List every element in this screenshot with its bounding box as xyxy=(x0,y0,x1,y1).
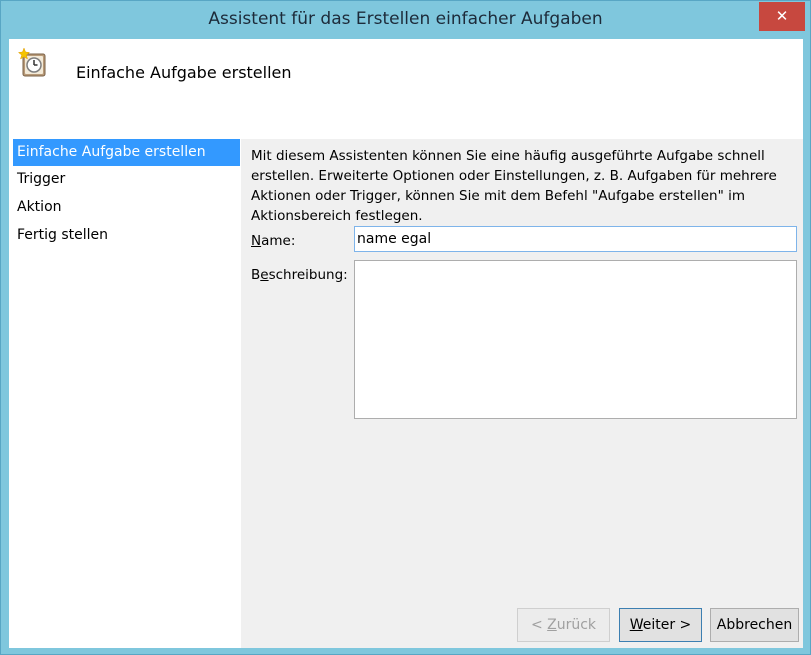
title-bar[interactable]: Assistent für das Erstellen einfacher Au… xyxy=(1,1,810,39)
wizard-description: Mit diesem Assistenten können Sie eine h… xyxy=(251,148,777,224)
window-title: Assistent für das Erstellen einfacher Au… xyxy=(208,9,603,29)
sidebar-item-trigger[interactable]: Trigger xyxy=(13,166,240,193)
close-button[interactable]: ✕ xyxy=(759,2,805,31)
next-button[interactable]: Weiter > xyxy=(619,608,702,642)
wizard-header: Einfache Aufgabe erstellen xyxy=(9,39,803,139)
wizard-steps-sidebar: Einfache Aufgabe erstellen Trigger Aktio… xyxy=(9,139,241,648)
close-icon: ✕ xyxy=(775,7,789,25)
client-area: Einfache Aufgabe erstellen Einfache Aufg… xyxy=(9,39,803,648)
name-input[interactable] xyxy=(354,226,797,252)
sidebar-item-aktion[interactable]: Aktion xyxy=(13,194,240,221)
wizard-window: Assistent für das Erstellen einfacher Au… xyxy=(0,0,811,655)
cancel-button[interactable]: Abbrechen xyxy=(710,608,799,642)
sidebar-item-einfache-aufgabe[interactable]: Einfache Aufgabe erstellen xyxy=(13,139,240,166)
sidebar-item-fertig-stellen[interactable]: Fertig stellen xyxy=(13,222,240,249)
name-label: Name: xyxy=(251,233,296,249)
back-button[interactable]: < Zurück xyxy=(517,608,610,642)
description-label: Beschreibung: xyxy=(251,267,348,283)
task-scheduler-clock-icon xyxy=(18,48,46,77)
description-textarea[interactable] xyxy=(354,260,797,419)
page-title: Einfache Aufgabe erstellen xyxy=(76,63,292,82)
